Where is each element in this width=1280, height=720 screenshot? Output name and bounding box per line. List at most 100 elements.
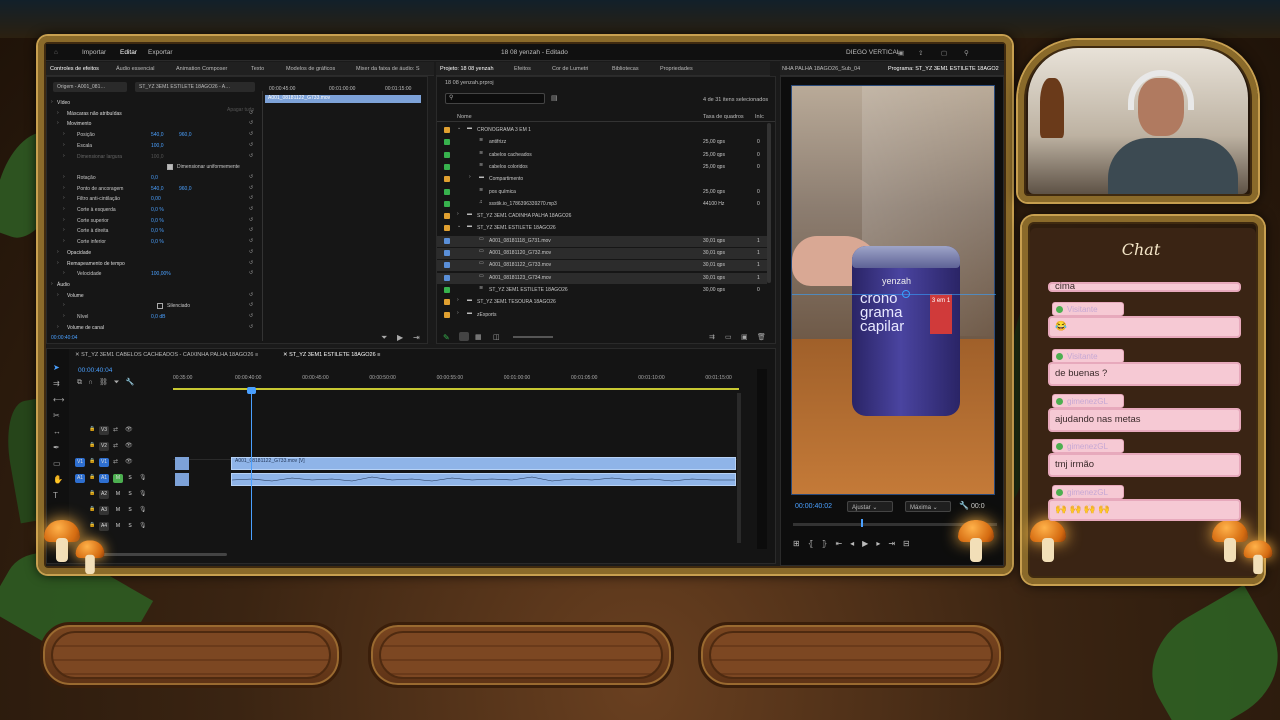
project-item[interactable]: ▭ A001_08181120_G732.mov 30,01 qps 1	[437, 248, 767, 259]
tab-properties[interactable]: Propriedades	[660, 66, 693, 72]
effect-row[interactable]: › Ponto de ancoragem 540,0 960,0 ↺	[51, 185, 261, 195]
export-frame-icon[interactable]: ⇥	[413, 333, 420, 342]
tab-program[interactable]: Programa: ST_YZ 3EM1 ESTILETE 18AGO2	[888, 66, 999, 72]
seq-tab-2[interactable]: ✕ ST_YZ 3EM1 ESTILETE 18AGO26 ≡	[283, 352, 380, 358]
effect-row[interactable]: › Posição 540,0 960,0 ↺	[51, 131, 261, 141]
effect-value[interactable]: 100,0	[151, 154, 164, 160]
track-target-toggle[interactable]: A3	[99, 506, 109, 515]
linked-icon[interactable]: ⛓	[99, 379, 114, 386]
effect-value[interactable]: 0,0 %	[151, 228, 164, 234]
timeline-hscroll[interactable]	[103, 553, 227, 556]
chat-username[interactable]: gimenezGL	[1052, 394, 1124, 408]
effect-value[interactable]: 0,0 %	[151, 207, 164, 213]
reset-param-icon[interactable]: ↺	[249, 206, 253, 212]
clip-stub-v[interactable]	[175, 457, 189, 470]
project-item[interactable]: ▭ A001_08181123_G734.mov 30,01 qps 1	[437, 272, 767, 284]
label-color-swatch[interactable]	[444, 200, 450, 207]
mute-button[interactable]: M	[113, 490, 123, 499]
effect-value[interactable]: 100,0	[151, 143, 164, 149]
label-color-swatch[interactable]	[444, 127, 450, 133]
freeform-view-icon[interactable]: ◫	[493, 333, 500, 341]
effect-value[interactable]: 960,0	[179, 186, 192, 192]
solo-button[interactable]: S	[125, 522, 135, 531]
expand-chevron-icon[interactable]: ›	[57, 249, 59, 255]
effect-value[interactable]: 0,0	[151, 175, 158, 181]
add-marker-icon[interactable]: ⊞	[793, 539, 808, 548]
step-forward-icon[interactable]: ▸	[876, 539, 888, 548]
mic-icon[interactable]: 🎙	[139, 506, 147, 513]
checkbox[interactable]	[167, 164, 173, 171]
reset-param-icon[interactable]: ↺	[249, 110, 253, 116]
reset-param-icon[interactable]: ↺	[249, 270, 253, 276]
expand-chevron-icon[interactable]: ›	[63, 142, 65, 148]
lock-icon[interactable]: 🔒	[89, 442, 95, 448]
label-color-swatch[interactable]	[444, 286, 450, 293]
playhead-line[interactable]	[251, 390, 252, 540]
tab-libraries[interactable]: Bibliotecas	[612, 66, 639, 72]
effect-row[interactable]: › Velocidade 100,00% ↺	[51, 270, 261, 280]
expand-chevron-icon[interactable]: ›	[57, 110, 59, 116]
effect-row[interactable]: › Rotação 0,0 ↺	[51, 174, 261, 184]
effect-value[interactable]: 540,0	[151, 186, 164, 192]
hand-tool-icon[interactable]: ✋	[53, 475, 63, 484]
project-item[interactable]: ⌄ ▬ ST_YZ 3EM1 ESTILETE 18AGO26	[437, 223, 767, 234]
effect-value[interactable]: 540,0	[151, 132, 164, 138]
reset-param-icon[interactable]: ↺	[249, 324, 253, 330]
track-header-a1[interactable]: A1 🔒 A1 M S 🎙	[75, 473, 171, 485]
reset-param-icon[interactable]: ↺	[249, 227, 253, 233]
play-button-icon[interactable]: ▶	[862, 539, 876, 548]
audio-clip[interactable]	[231, 473, 736, 486]
expand-chevron-icon[interactable]: ›	[51, 99, 53, 105]
effect-row[interactable]: › Máscaras não atribuídas ↺	[51, 110, 261, 120]
track-source-toggle[interactable]	[75, 490, 85, 499]
project-item[interactable]: › ▬ ST_YZ 3EM1 CADINHA PALHA 18AGO26	[437, 211, 767, 222]
label-color-swatch[interactable]	[444, 213, 450, 220]
snap-icon[interactable]: ∩	[88, 379, 99, 386]
layout-icon[interactable]: ▣	[898, 49, 904, 57]
mini-clip[interactable]: A001_08181122_G733.mov	[265, 95, 421, 103]
effect-row[interactable]: › Silenciado ↺	[51, 302, 261, 312]
track-target-toggle[interactable]: A1	[99, 474, 109, 483]
track-source-toggle[interactable]	[75, 442, 85, 451]
lock-icon[interactable]: 🔒	[89, 490, 95, 496]
reset-param-icon[interactable]: ↺	[249, 153, 253, 159]
tab-lumetri[interactable]: Cor de Lumetri	[552, 66, 588, 72]
folder-toggle-icon[interactable]: ⌄	[457, 223, 461, 229]
quick-export-icon[interactable]: ⇪	[918, 49, 923, 57]
expand-chevron-icon[interactable]: ›	[63, 185, 65, 191]
col-name[interactable]: Nome	[457, 114, 472, 120]
track-source-toggle[interactable]: V1	[75, 458, 85, 467]
settings-wrench-icon[interactable]: 🔧	[959, 501, 969, 510]
reset-param-icon[interactable]: ↺	[249, 131, 253, 137]
reset-param-icon[interactable]: ↺	[249, 292, 253, 298]
label-color-swatch[interactable]	[444, 299, 450, 306]
effect-row[interactable]: › Remapeamento de tempo ↺	[51, 260, 261, 270]
tab-effects[interactable]: Efeitos	[514, 66, 531, 72]
label-color-swatch[interactable]	[444, 237, 450, 244]
lock-icon[interactable]: 🔒	[89, 474, 95, 480]
expand-chevron-icon[interactable]: ›	[63, 174, 65, 180]
track-source-toggle[interactable]	[75, 506, 85, 515]
folder-toggle-icon[interactable]: ›	[469, 174, 471, 180]
step-back-icon[interactable]: ◂	[850, 539, 862, 548]
effect-value[interactable]: 960,0	[179, 132, 192, 138]
go-out-icon[interactable]: ⇥	[888, 539, 903, 548]
marker-icon[interactable]: ⏷	[114, 379, 126, 386]
work-area-bar[interactable]	[173, 388, 739, 390]
label-color-swatch[interactable]	[444, 311, 450, 318]
effect-row[interactable]: › Opacidade ↺	[51, 249, 261, 259]
effect-value[interactable]: 0,0 %	[151, 239, 164, 245]
mic-icon[interactable]: 🎙	[139, 474, 147, 481]
track-target-toggle[interactable]: A2	[99, 490, 109, 499]
effect-value[interactable]: 0,0 dB	[151, 314, 165, 320]
track-header-a4[interactable]: 🔒 A4 M S 🎙	[75, 521, 171, 533]
expand-chevron-icon[interactable]: ›	[63, 217, 65, 223]
reset-param-icon[interactable]: ↺	[249, 174, 253, 180]
video-clip[interactable]: A001_08181122_G733.mov [V]	[231, 457, 736, 470]
expand-chevron-icon[interactable]: ›	[63, 131, 65, 137]
effect-row[interactable]: › Filtro anti-cintilação 0,00 ↺	[51, 195, 261, 205]
checkbox[interactable]	[157, 303, 163, 310]
expand-chevron-icon[interactable]: ›	[63, 227, 65, 233]
program-playhead[interactable]	[861, 519, 863, 527]
folder-icon[interactable]: ▭	[725, 333, 732, 341]
